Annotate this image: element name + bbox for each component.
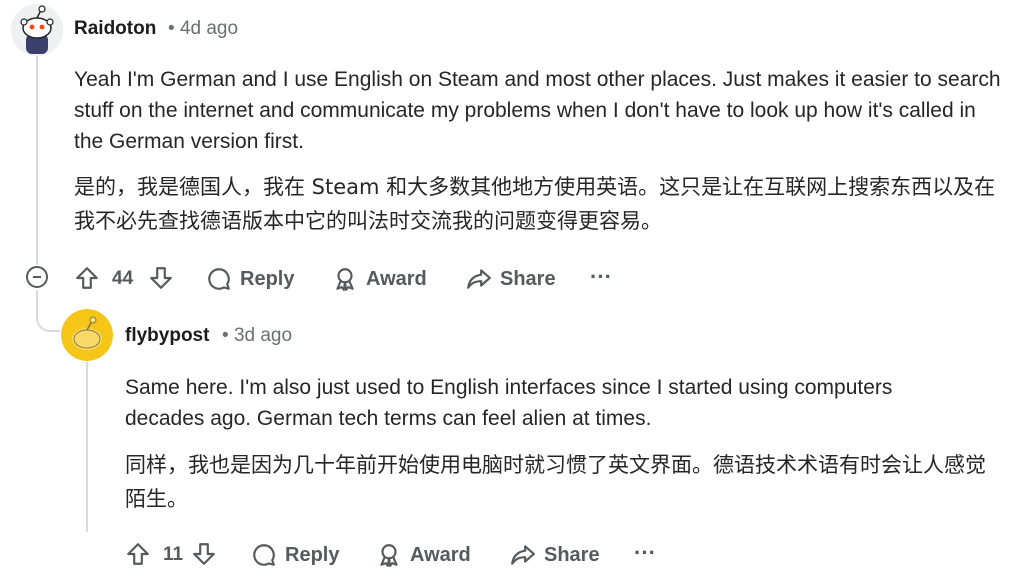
comment-body-english: Same here. I'm also just used to English… [125,376,893,430]
award-label: Award [366,267,427,290]
comment-body-chinese: 是的，我是德国人，我在 Steam 和大多数其他地方使用英语。这只是让在互联网上… [74,175,996,233]
award-icon [380,544,398,567]
comment-body-chinese: 同样，我也是因为几十年前开始使用电脑时就习惯了英文界面。德语技术术语有时会让人感… [125,453,986,511]
reply-label: Reply [240,267,295,290]
thread-line-reply-connector [36,290,60,332]
upvote-icon[interactable] [74,265,100,296]
share-label: Share [544,543,600,566]
reply-button[interactable]: Reply [206,266,294,292]
more-options-button[interactable]: ··· [590,264,612,290]
upvote-icon[interactable] [125,541,151,572]
snoo-avatar-icon [11,4,63,56]
award-button[interactable]: Award [376,542,471,568]
comment-timestamp: • 4d ago [168,18,238,40]
separator-dot: • [222,325,229,346]
comment-age: 3d ago [233,325,293,346]
share-button[interactable]: Share [510,542,600,568]
more-options-button[interactable]: ··· [634,540,656,566]
share-button[interactable]: Share [466,266,556,292]
snoo-avatar-icon [61,309,113,361]
share-icon [467,269,491,289]
comment-timestamp: • 3d ago [222,325,292,347]
separator-dot: • [168,18,175,39]
thread-line [36,50,38,265]
avatar[interactable] [11,4,63,56]
collapse-thread-button[interactable] [26,266,48,288]
comment-username[interactable]: flybypost [125,325,209,347]
comment-username[interactable]: Raidoton [74,18,156,40]
reply-label: Reply [285,543,340,566]
vote-count: 11 [163,544,184,565]
reply-button[interactable]: Reply [251,542,339,568]
comment-bubble-icon [208,268,230,290]
thread-line [86,362,88,532]
award-label: Award [410,543,471,566]
downvote-icon[interactable] [148,265,174,296]
share-label: Share [500,267,556,290]
share-icon [511,545,535,565]
comment-age: 4d ago [179,18,239,39]
award-button[interactable]: Award [332,266,427,292]
award-icon [336,268,354,291]
comment-bubble-icon [253,544,275,566]
vote-count: 44 [112,268,134,289]
more-options-icon: ··· [590,264,612,289]
avatar[interactable] [61,309,113,361]
downvote-icon[interactable] [191,541,217,572]
more-options-icon: ··· [634,540,656,565]
comment-body-english: Yeah I'm German and I use English on Ste… [74,68,1001,153]
